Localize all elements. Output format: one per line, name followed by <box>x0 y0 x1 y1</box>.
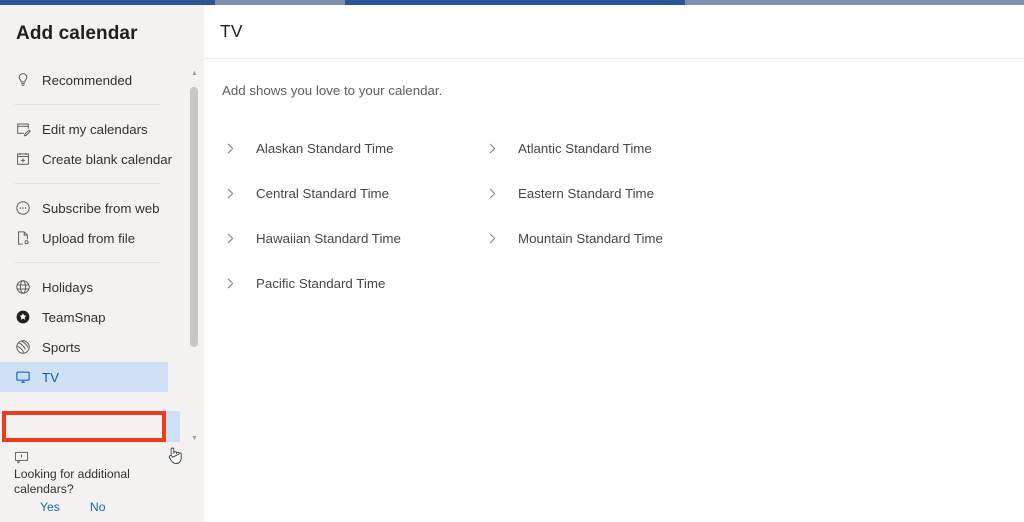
sidebar-item-sports[interactable]: Sports <box>0 332 175 362</box>
chevron-right-icon <box>484 231 500 247</box>
upload-file-icon <box>14 229 32 247</box>
chevron-right-icon <box>484 141 500 157</box>
sidebar-nav: Recommended Edit my calendars Create bla… <box>0 65 175 392</box>
page-title: Add calendar <box>16 23 138 44</box>
sidebar-item-label: Create blank calendar <box>42 151 173 167</box>
add-calendar-icon <box>14 150 32 168</box>
globe-icon <box>14 278 32 296</box>
feedback-no-link[interactable]: No <box>90 500 106 514</box>
list-item[interactable]: Eastern Standard Time <box>484 171 746 216</box>
subscribe-icon <box>14 199 32 217</box>
feedback-yes-link[interactable]: Yes <box>40 500 60 514</box>
monitor-icon <box>14 368 32 386</box>
sidebar-item-label: Upload from file <box>42 230 136 246</box>
sidebar-scrollbar-thumb[interactable] <box>190 87 198 347</box>
list-item-label: Eastern Standard Time <box>518 186 654 201</box>
add-calendar-sidebar: Add calendar Recommended Edit my calenda… <box>0 5 204 522</box>
sidebar-item-subscribe-from-web[interactable]: Subscribe from web <box>0 193 175 223</box>
sidebar-item-label: Recommended <box>42 72 133 88</box>
feedback-prompt: Looking for additional calendars? <box>14 467 130 496</box>
feedback-actions: Yes No <box>14 500 174 514</box>
list-item[interactable]: Alaskan Standard Time <box>222 126 484 171</box>
sidebar-item-recommended[interactable]: Recommended <box>0 65 175 95</box>
sidebar-item-label: Holidays <box>42 279 93 295</box>
chevron-right-icon <box>222 231 238 247</box>
main-content-panel: TV Add shows you love to your calendar. … <box>204 5 1024 522</box>
list-item[interactable]: Atlantic Standard Time <box>484 126 746 171</box>
chevron-right-icon <box>222 141 238 157</box>
sidebar-item-tv[interactable]: TV <box>0 362 168 392</box>
list-item-label: Alaskan Standard Time <box>256 141 394 156</box>
annotation-highlight-box <box>2 411 166 442</box>
sidebar-item-create-blank-calendar[interactable]: Create blank calendar <box>0 144 175 174</box>
sidebar-item-tv-selection-extension <box>166 411 180 442</box>
sidebar-divider-3 <box>14 262 161 263</box>
feedback-icon <box>14 451 30 465</box>
main-header: TV <box>204 5 1024 59</box>
sidebar-item-label: Subscribe from web <box>42 200 160 216</box>
sidebar-item-teamsnap[interactable]: TeamSnap <box>0 302 175 332</box>
sidebar-item-upload-from-file[interactable]: Upload from file <box>0 223 175 253</box>
list-item-label: Atlantic Standard Time <box>518 141 652 156</box>
list-item-label: Mountain Standard Time <box>518 231 663 246</box>
scroll-up-arrow-icon[interactable]: ▲ <box>188 67 201 80</box>
teamsnap-icon <box>14 308 32 326</box>
lightbulb-icon <box>14 71 32 89</box>
sidebar-footer: Looking for additional calendars? Yes No <box>14 451 174 514</box>
sidebar-item-label: Sports <box>42 339 81 355</box>
chevron-right-icon <box>222 186 238 202</box>
list-item[interactable]: Pacific Standard Time <box>222 261 484 306</box>
sidebar-item-edit-my-calendars[interactable]: Edit my calendars <box>0 114 175 144</box>
scroll-down-arrow-icon[interactable]: ▼ <box>188 432 201 445</box>
sports-ball-icon <box>14 338 32 356</box>
edit-calendar-icon <box>14 120 32 138</box>
sidebar-item-holidays[interactable]: Holidays <box>0 272 175 302</box>
list-item[interactable]: Mountain Standard Time <box>484 216 746 261</box>
sidebar-item-label: Edit my calendars <box>42 121 148 137</box>
app-root: Add calendar Recommended Edit my calenda… <box>0 5 1024 522</box>
list-item[interactable]: Central Standard Time <box>222 171 484 216</box>
main-panel-title: TV <box>220 21 243 41</box>
main-panel-subtitle: Add shows you love to your calendar. <box>222 83 443 98</box>
chevron-right-icon <box>484 186 500 202</box>
list-item[interactable]: Hawaiian Standard Time <box>222 216 484 261</box>
list-item-label: Hawaiian Standard Time <box>256 231 401 246</box>
sidebar-item-label: TV <box>42 369 59 385</box>
sidebar-divider-1 <box>14 104 161 105</box>
list-item-label: Central Standard Time <box>256 186 390 201</box>
sidebar-item-label: TeamSnap <box>42 309 106 325</box>
timezone-list: Alaskan Standard Time Atlantic Standard … <box>204 126 782 306</box>
list-item-label: Pacific Standard Time <box>256 276 386 291</box>
sidebar-divider-2 <box>14 183 161 184</box>
chevron-right-icon <box>222 276 238 292</box>
